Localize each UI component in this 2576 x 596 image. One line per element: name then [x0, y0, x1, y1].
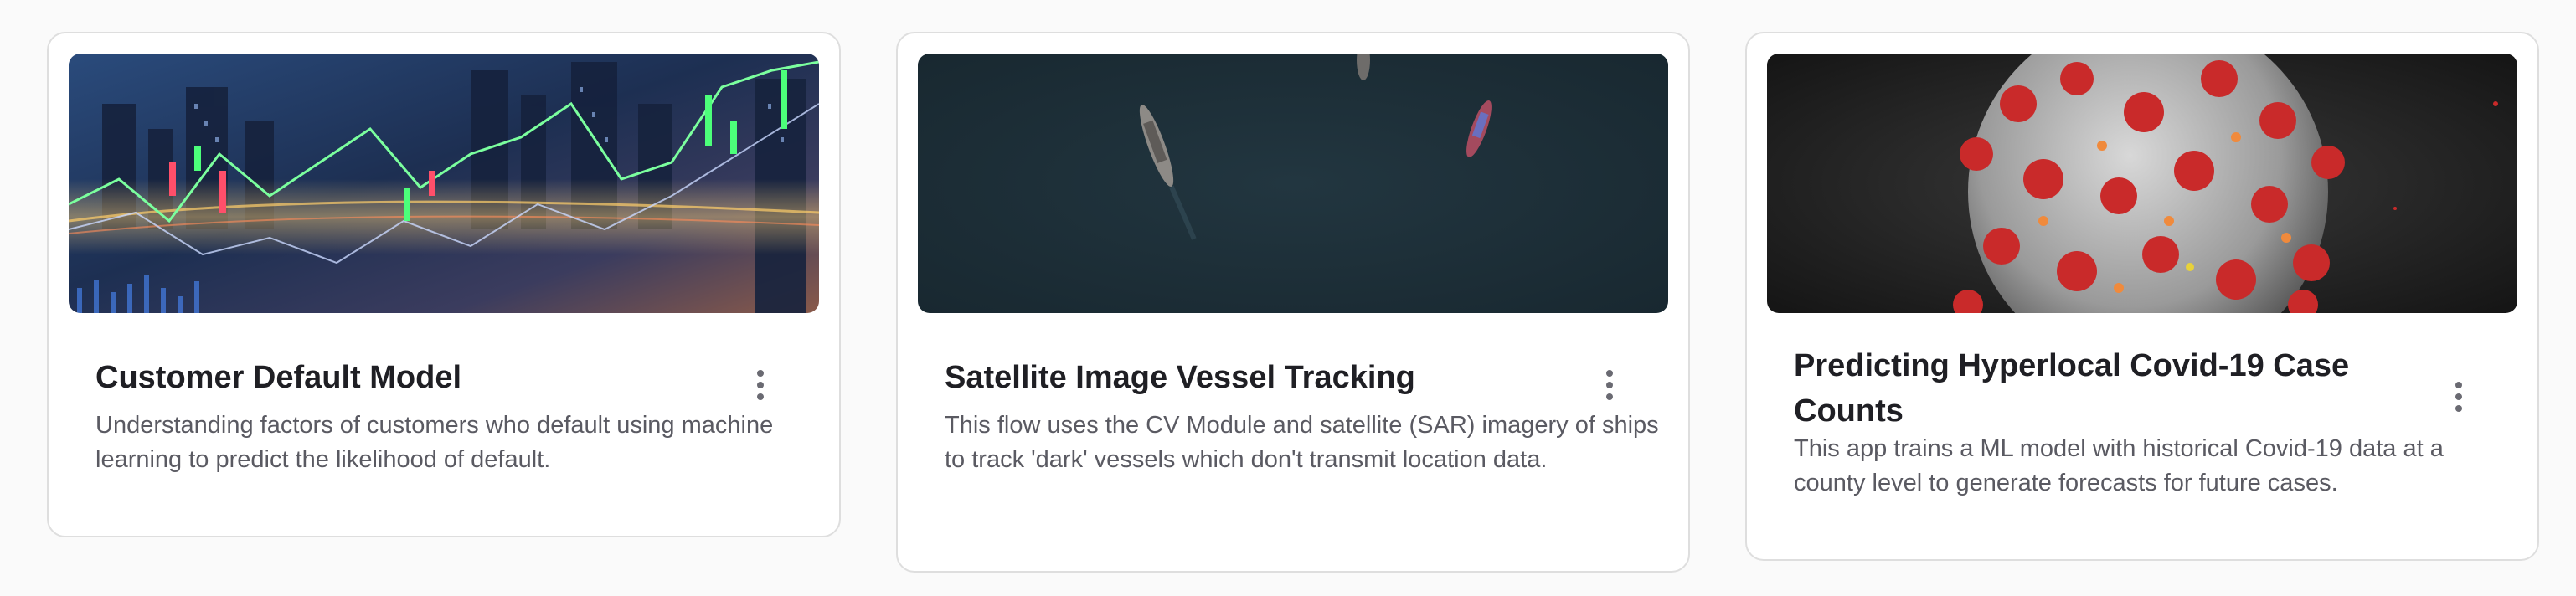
ocean-ships-image: [918, 54, 1668, 313]
more-vertical-icon[interactable]: [744, 360, 777, 410]
more-vertical-icon[interactable]: [1593, 360, 1626, 410]
menu-dot: [2455, 382, 2462, 388]
menu-dot: [757, 382, 764, 388]
menu-dot: [1606, 370, 1613, 377]
card-image-city-chart: [69, 54, 819, 313]
menu-dot: [2455, 393, 2462, 400]
app-card-covid-case-counts[interactable]: Predicting Hyperlocal Covid-19 Case Coun…: [1745, 32, 2539, 561]
covid-virus-image: [1767, 54, 2517, 313]
menu-dot: [757, 393, 764, 400]
card-description: This app trains a ML model with historic…: [1794, 435, 2444, 496]
menu-dot: [1606, 393, 1613, 400]
menu-dot: [2455, 405, 2462, 412]
card-description: This flow uses the CV Module and satelli…: [945, 412, 1659, 473]
card-title[interactable]: Predicting Hyperlocal Covid-19 Case Coun…: [1794, 343, 2430, 434]
menu-dot: [1606, 382, 1613, 388]
menu-dot: [757, 370, 764, 377]
app-card-customer-default-model[interactable]: Customer Default Model Understanding fac…: [47, 32, 841, 537]
app-card-satellite-vessel-tracking[interactable]: Satellite Image Vessel Tracking This flo…: [896, 32, 1690, 573]
card-image-covid-virus: [1767, 54, 2517, 313]
card-description: Understanding factors of customers who d…: [95, 412, 774, 473]
card-image-ocean-ships: [918, 54, 1668, 313]
more-vertical-icon[interactable]: [2442, 372, 2476, 422]
card-title[interactable]: Customer Default Model: [95, 355, 732, 400]
city-chart-image: [69, 54, 819, 313]
card-title[interactable]: Satellite Image Vessel Tracking: [945, 355, 1581, 400]
